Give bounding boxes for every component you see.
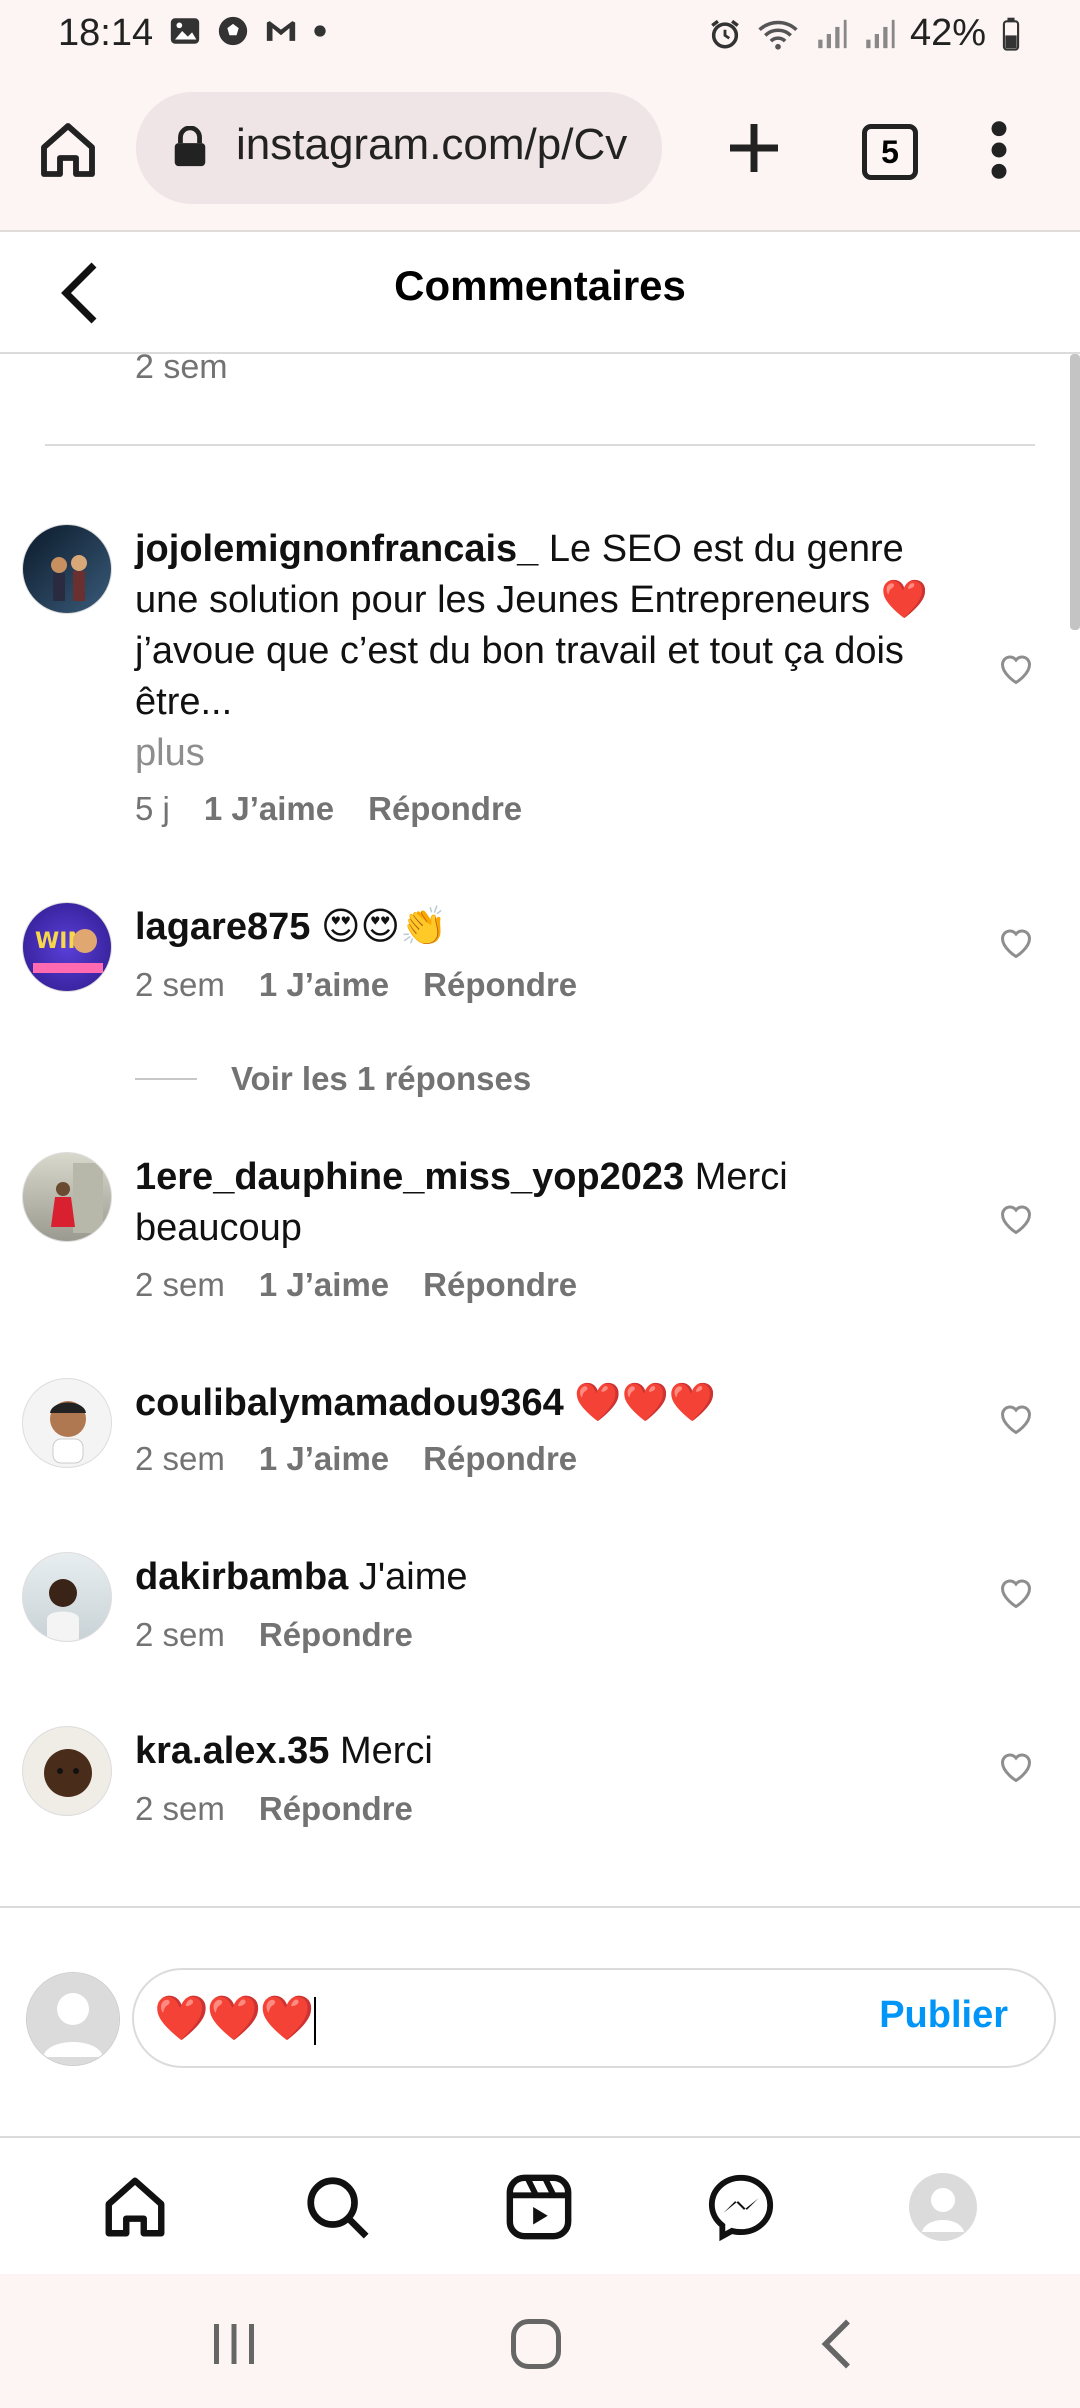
bottom-tab-bar	[0, 2136, 1080, 2276]
replies-line	[135, 1078, 197, 1080]
status-time: 18:14	[58, 12, 154, 54]
battery-icon	[1002, 17, 1020, 51]
browser-toolbar: instagram.com/p/Cv 5	[0, 70, 1080, 232]
like-count[interactable]: 1 J’aime	[259, 966, 389, 1004]
like-heart-icon[interactable]	[998, 652, 1034, 686]
alarm-icon	[711, 19, 739, 49]
home-button-icon[interactable]	[506, 2314, 566, 2374]
divider	[45, 444, 1035, 446]
reply-button[interactable]: Répondre	[423, 1266, 577, 1304]
search-icon[interactable]	[302, 2172, 372, 2242]
signal-icon	[818, 19, 847, 48]
comment-meta: 5 j 1 J’aime Répondre	[135, 790, 522, 828]
comment-username[interactable]: lagare875	[135, 906, 310, 948]
home-icon[interactable]	[100, 2172, 170, 2242]
comment-time: 2 sem	[135, 1790, 225, 1827]
comment-username[interactable]: jojolemignonfrancais_	[135, 528, 538, 570]
like-count[interactable]: 1 J’aime	[259, 1440, 389, 1478]
avatar[interactable]	[22, 1552, 112, 1642]
comment-meta: 2 sem Répondre	[135, 1790, 413, 1828]
comment-composer: ❤️❤️❤️ Publier	[0, 1906, 1080, 2138]
comment-text: dakirbamba J'aime	[135, 1552, 955, 1603]
view-replies-label[interactable]: Voir les 1 réponses	[231, 1060, 531, 1098]
comment-username[interactable]: kra.alex.35	[135, 1730, 329, 1772]
like-heart-icon[interactable]	[998, 1402, 1034, 1436]
comment-username[interactable]: coulibalymamadou9364	[135, 1382, 564, 1424]
address-bar[interactable]: instagram.com/p/Cv	[136, 92, 662, 204]
like-heart-icon[interactable]	[998, 1576, 1034, 1610]
comment-input[interactable]: ❤️❤️❤️ Publier	[132, 1968, 1056, 2068]
comment-body: Merci	[339, 1730, 433, 1772]
reels-icon[interactable]	[504, 2172, 574, 2242]
comment-time: 2 sem	[135, 1266, 225, 1303]
wifi-icon	[758, 20, 798, 50]
comment-time: 2 sem	[135, 966, 225, 1003]
like-count[interactable]: 1 J’aime	[204, 790, 334, 828]
profile-avatar[interactable]	[908, 2172, 978, 2242]
back-nav-icon[interactable]	[808, 2314, 868, 2374]
status-bar: 18:14 42%	[0, 0, 1080, 70]
messenger-icon[interactable]	[706, 2172, 776, 2242]
comment-text: kra.alex.35 Merci	[135, 1726, 955, 1777]
like-heart-icon[interactable]	[998, 926, 1034, 960]
comment-meta: 2 sem 1 J’aime Répondre	[135, 1266, 577, 1304]
comment-meta: 2 sem 1 J’aime Répondre	[135, 966, 577, 1004]
comment-body: 😍😍👏	[320, 906, 448, 948]
system-nav-bar	[0, 2274, 1080, 2408]
home-icon[interactable]	[36, 118, 100, 182]
comment-time: 2 sem	[135, 1440, 225, 1477]
publish-button[interactable]: Publier	[879, 1994, 1008, 2037]
signal-icon	[866, 19, 895, 48]
comment-time: 5 j	[135, 790, 170, 827]
more-link[interactable]: plus	[135, 732, 205, 774]
lock-icon	[174, 126, 206, 167]
comment-text: lagare875 😍😍👏	[135, 902, 955, 953]
like-count[interactable]: 1 J’aime	[259, 1266, 389, 1304]
scrollbar[interactable]	[1070, 354, 1080, 630]
previous-comment-time: 2 sem	[135, 354, 228, 386]
dot-icon	[314, 25, 326, 37]
like-heart-icon[interactable]	[998, 1750, 1034, 1784]
avatar[interactable]	[22, 1378, 112, 1468]
gmail-icon	[266, 21, 296, 41]
comment-body: J'aime	[358, 1556, 468, 1598]
reply-button[interactable]: Répondre	[423, 966, 577, 1004]
comment-meta: 2 sem 1 J’aime Répondre	[135, 1440, 577, 1478]
soccer-icon	[218, 16, 248, 46]
avatar[interactable]	[22, 1726, 112, 1816]
comment-body: ❤️❤️❤️	[574, 1382, 717, 1424]
comment-meta: 2 sem Répondre	[135, 1616, 413, 1654]
comment-text: 1ere_dauphine_miss_yop2023 Merci beaucou…	[135, 1152, 955, 1254]
tab-switcher-button[interactable]: 5	[862, 124, 918, 180]
comment-input-value[interactable]: ❤️❤️❤️	[154, 1992, 317, 2046]
like-heart-icon[interactable]	[998, 1202, 1034, 1236]
new-tab-icon[interactable]	[722, 116, 786, 180]
avatar[interactable]: WIN	[22, 902, 112, 992]
reply-button[interactable]: Répondre	[259, 1790, 413, 1828]
page-title: Commentaires	[394, 262, 686, 309]
avatar[interactable]	[22, 524, 112, 614]
reply-button[interactable]: Répondre	[259, 1616, 413, 1654]
battery-percent: 42%	[909, 12, 986, 54]
comment-time: 2 sem	[135, 1616, 225, 1653]
reply-button[interactable]: Répondre	[368, 790, 522, 828]
image-icon	[170, 18, 200, 44]
comments-header: Commentaires	[0, 232, 1080, 354]
comment-username[interactable]: 1ere_dauphine_miss_yop2023	[135, 1156, 684, 1198]
url-text[interactable]: instagram.com/p/Cv	[236, 120, 627, 170]
view-replies-link[interactable]: Voir les 1 réponses	[135, 1060, 531, 1098]
recents-icon[interactable]	[204, 2314, 264, 2374]
comment-text: coulibalymamadou9364 ❤️❤️❤️	[135, 1378, 955, 1429]
avatar[interactable]	[22, 1152, 112, 1242]
comment-username[interactable]: dakirbamba	[135, 1556, 348, 1598]
comment-text: jojolemignonfrancais_ Le SEO est du genr…	[135, 524, 955, 779]
avatar	[26, 1972, 120, 2066]
more-vert-icon[interactable]	[984, 118, 1014, 182]
reply-button[interactable]: Répondre	[423, 1440, 577, 1478]
comments-list[interactable]: 2 sem jojolemignonfrancais_ Le SEO est d…	[0, 354, 1080, 1906]
